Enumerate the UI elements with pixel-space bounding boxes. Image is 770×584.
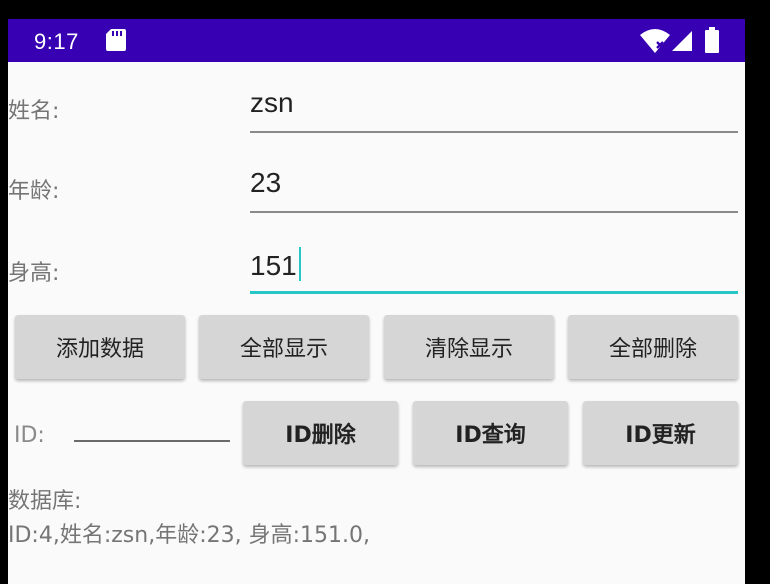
age-value: 23 — [250, 167, 282, 198]
wifi-icon — [640, 29, 670, 53]
height-underline — [250, 291, 738, 294]
add-data-button[interactable]: 添加数据 — [15, 315, 185, 379]
clear-display-button[interactable]: 清除显示 — [384, 315, 554, 379]
delete-all-button[interactable]: 全部删除 — [568, 315, 738, 379]
age-label: 年龄: — [8, 179, 60, 204]
show-all-button[interactable]: 全部显示 — [199, 315, 369, 379]
age-underline — [250, 211, 738, 213]
database-label: 数据库: — [8, 489, 82, 514]
id-delete-button[interactable]: ID删除 — [243, 401, 398, 465]
app-screen: 9:17 姓名: zsn 年龄: 23 身高: 151 添加数据 全部显示 清除… — [8, 19, 745, 584]
database-output: ID:4,姓名:zsn,年龄:23, 身高:151.0, — [8, 523, 370, 548]
id-label: ID: — [14, 423, 45, 448]
height-label: 身高: — [8, 261, 60, 286]
sd-card-icon — [106, 29, 126, 51]
signal-icon — [672, 31, 692, 51]
battery-icon — [705, 27, 719, 53]
name-underline — [250, 131, 738, 133]
age-field[interactable]: 23 — [250, 167, 738, 213]
id-input[interactable] — [74, 440, 230, 442]
text-cursor — [298, 247, 301, 281]
height-value: 151 — [250, 250, 297, 281]
name-label: 姓名: — [8, 99, 60, 124]
status-bar: 9:17 — [8, 19, 745, 62]
clock: 9:17 — [34, 29, 79, 54]
name-field[interactable]: zsn — [250, 87, 738, 133]
id-update-button[interactable]: ID更新 — [583, 401, 738, 465]
name-value: zsn — [250, 87, 294, 118]
id-query-button[interactable]: ID查询 — [413, 401, 568, 465]
height-field[interactable]: 151 — [250, 247, 738, 294]
